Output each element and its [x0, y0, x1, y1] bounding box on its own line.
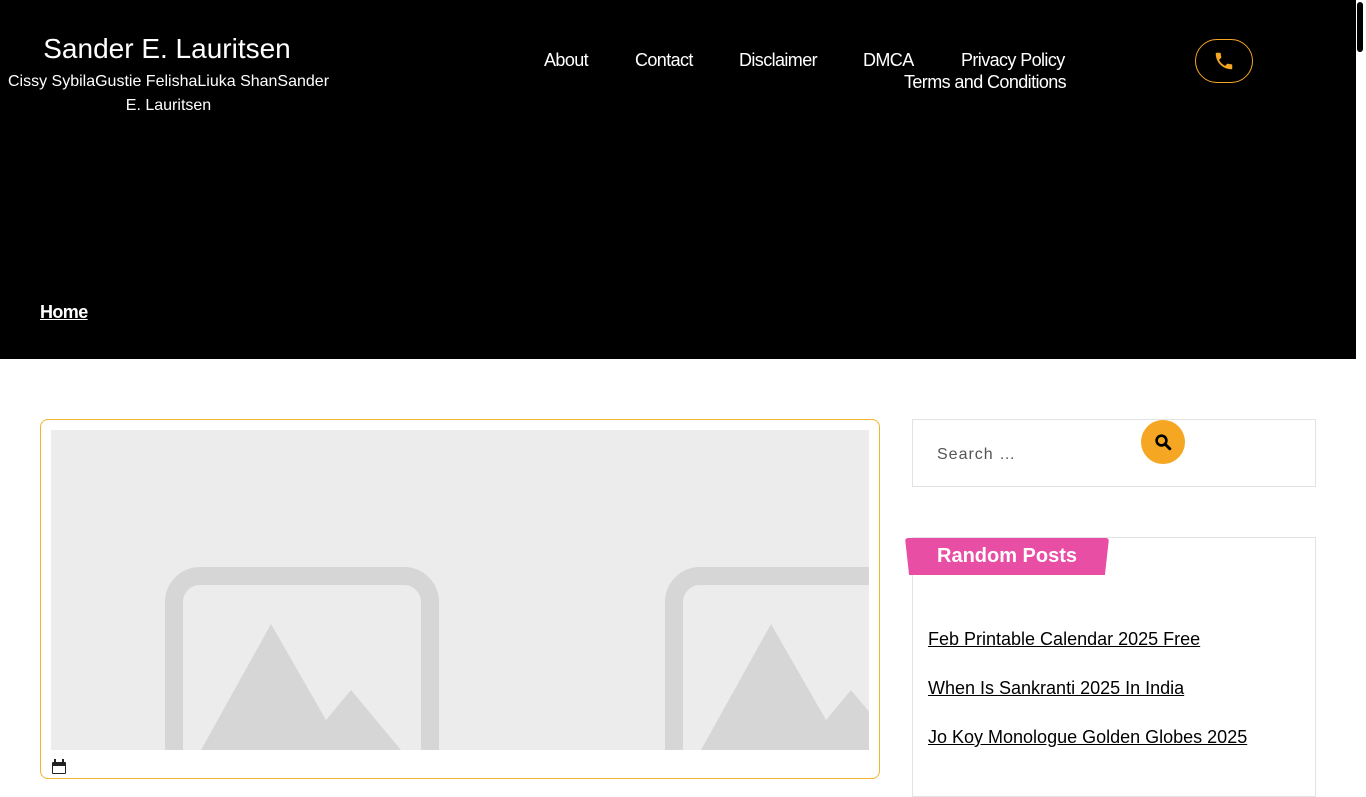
nav-disclaimer[interactable]: Disclaimer	[739, 49, 818, 71]
nav-terms-and-conditions[interactable]: Terms and Conditions	[904, 71, 1067, 93]
nav-dmca[interactable]: DMCA	[863, 49, 914, 71]
random-posts-heading: Random Posts	[905, 538, 1109, 575]
random-posts-widget	[912, 537, 1316, 797]
nav-contact[interactable]: Contact	[635, 49, 693, 71]
post-thumbnail[interactable]	[51, 430, 869, 750]
scrollbar-track[interactable]	[1356, 0, 1366, 768]
image-placeholder-icon	[165, 567, 869, 750]
post-card	[40, 419, 880, 779]
nav-about[interactable]: About	[544, 49, 589, 71]
scrollbar-thumb[interactable]	[1357, 2, 1363, 52]
site-tagline: Cissy SybilaGustie FelishaLiuka ShanSand…	[7, 73, 330, 114]
breadcrumb-home[interactable]: Home	[40, 302, 88, 323]
random-post-link[interactable]: Feb Printable Calendar 2025 Free	[928, 628, 1200, 650]
search-widget	[912, 419, 1316, 487]
calendar-icon	[52, 759, 66, 774]
phone-icon	[1215, 52, 1233, 70]
search-button[interactable]	[1141, 420, 1185, 464]
phone-button[interactable]	[1195, 39, 1253, 83]
random-post-link[interactable]: When Is Sankranti 2025 In India	[928, 677, 1184, 699]
site-title[interactable]: Sander E. Lauritsen	[0, 32, 334, 66]
random-post-link[interactable]: Jo Koy Monologue Golden Globes 2025	[928, 726, 1247, 748]
nav-privacy-policy[interactable]: Privacy Policy	[961, 49, 1065, 71]
search-icon	[1155, 434, 1172, 451]
search-input[interactable]	[937, 442, 1137, 468]
